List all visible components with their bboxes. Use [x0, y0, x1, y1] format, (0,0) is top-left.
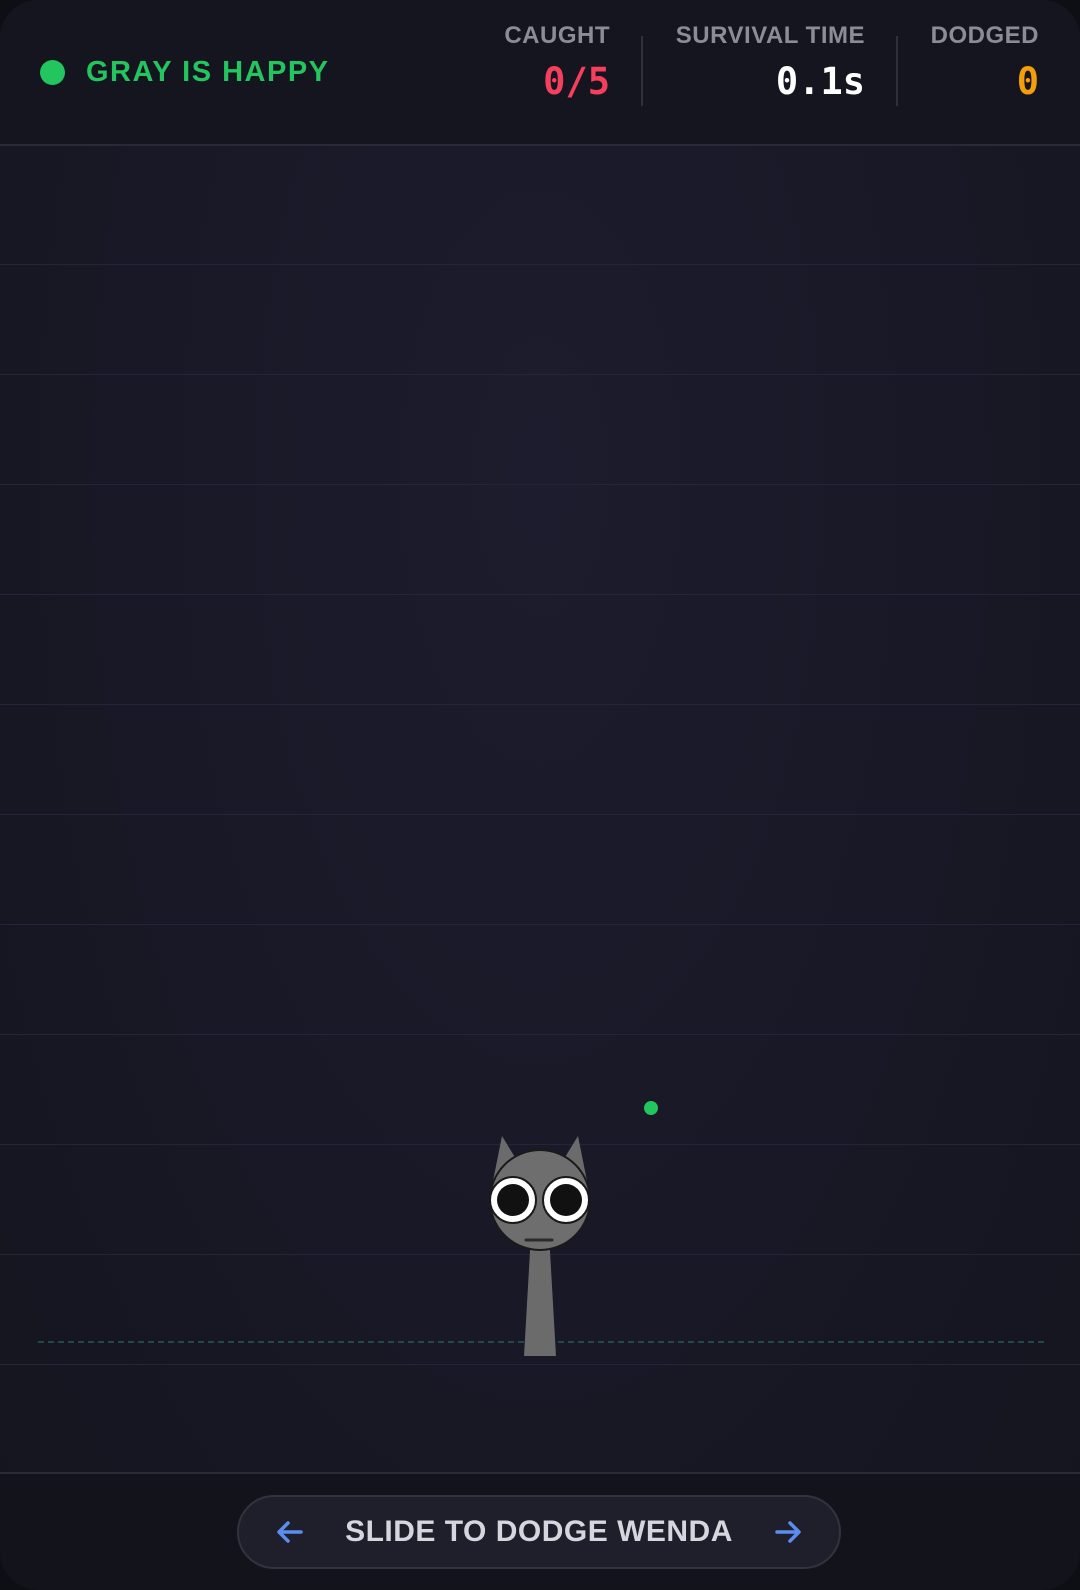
character-left-pupil — [497, 1184, 529, 1216]
caught-stat: CAUGHT 0/5 — [504, 22, 610, 103]
caught-value: 0/5 — [543, 60, 610, 103]
grid-line — [0, 1034, 1080, 1035]
gray-character[interactable] — [480, 1116, 600, 1366]
status-text: GRAY IS HAPPY — [86, 56, 330, 88]
grid-line — [0, 264, 1080, 265]
dodged-label: DODGED — [930, 22, 1039, 49]
status-dot-icon — [40, 60, 65, 85]
grid-line — [0, 704, 1080, 705]
arrow-right-icon[interactable] — [771, 1515, 805, 1549]
survival-time-stat: SURVIVAL TIME 0.1s — [676, 22, 865, 103]
grid-line — [0, 594, 1080, 595]
status-indicator: GRAY IS HAPPY — [40, 56, 330, 89]
grid-line — [0, 814, 1080, 815]
dodged-value: 0 — [1016, 60, 1039, 103]
hud-bar: GRAY IS HAPPY CAUGHT 0/5 SURVIVAL TIME 0… — [0, 0, 1080, 146]
grid-line — [0, 924, 1080, 925]
game-playfield[interactable] — [0, 146, 1080, 1472]
stat-divider — [641, 36, 643, 106]
dodged-stat: DODGED 0 — [931, 22, 1039, 103]
happy-sparkle-icon — [644, 1101, 658, 1115]
stat-divider — [896, 36, 898, 106]
slide-control[interactable]: SLIDE TO DODGE WENDA — [237, 1495, 841, 1569]
game-frame: GRAY IS HAPPY CAUGHT 0/5 SURVIVAL TIME 0… — [0, 0, 1080, 1590]
character-body — [524, 1234, 556, 1356]
arrow-left-icon[interactable] — [273, 1515, 307, 1549]
grid-line — [0, 484, 1080, 485]
caught-label: CAUGHT — [504, 22, 610, 49]
character-right-pupil — [550, 1184, 582, 1216]
survival-time-label: SURVIVAL TIME — [675, 22, 865, 49]
survival-time-value: 0.1s — [775, 60, 865, 103]
control-bar: SLIDE TO DODGE WENDA — [0, 1472, 1080, 1590]
grid-line — [0, 374, 1080, 375]
slide-label: SLIDE TO DODGE WENDA — [345, 1515, 733, 1548]
